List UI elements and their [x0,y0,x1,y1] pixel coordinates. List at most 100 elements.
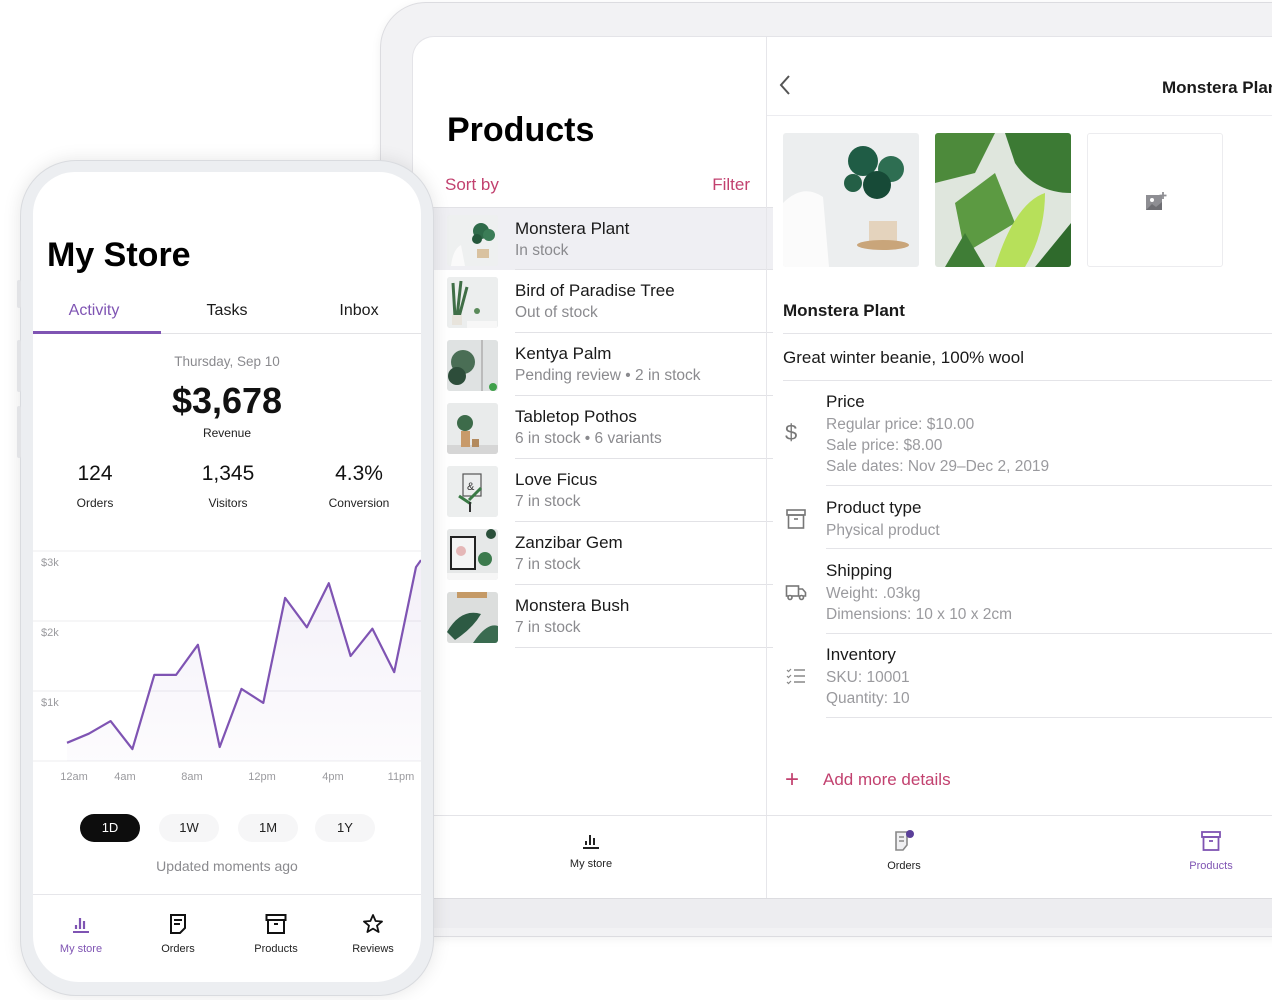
tab-label: Orders [887,860,921,872]
product-thumbnail [447,403,498,454]
header-divider [767,115,1272,116]
y-tick-label: $2k [41,627,59,639]
product-row[interactable]: Tabletop Pothos 6 in stock • 6 variants [433,396,773,459]
tab-label: Reviews [352,943,394,955]
product-name-field[interactable]: Monstera Plant [783,301,905,321]
revenue-value: $3,678 [171,380,283,421]
divider [826,717,1272,718]
document-icon [170,914,186,934]
product-thumbnail [447,592,498,643]
tab-label: My store [569,858,613,870]
product-row[interactable]: Monstera Bush 7 in stock [433,585,773,648]
tab-label: My store [59,943,103,955]
tablet-screen: Products Sort by Filter Monstera Plant I… [412,36,1272,898]
product-name: Kentya Palm [515,344,612,363]
divider [826,633,1272,634]
product-row[interactable]: Kentya Palm Pending review • 2 in stock [433,333,773,396]
product-list: Monstera Plant In stock Bird of Paradise… [433,207,773,648]
product-image[interactable] [783,133,919,267]
star-icon [363,914,383,933]
add-photo-icon [1146,192,1167,210]
page-title: Products [447,111,595,149]
add-image-button[interactable] [1087,133,1223,267]
document-icon [895,830,914,851]
range-1d-button[interactable]: 1D [80,814,140,842]
section-line: Sale price: $8.00 [826,437,943,454]
product-image[interactable] [935,133,1071,267]
tab-label: Orders [161,943,195,955]
add-more-label: Add more details [823,770,951,789]
tab-products[interactable]: Products [228,913,324,955]
tab-tasks[interactable]: Tasks [163,302,291,320]
divider [826,548,1272,549]
product-row[interactable]: Monstera Plant In stock [433,207,773,270]
section-title: Product type [826,498,922,517]
add-more-details-button[interactable]: + Add more details [785,766,951,793]
tab-label: Products [1189,860,1233,872]
section-line: Physical product [826,522,940,539]
section-title: Inventory [826,645,896,664]
product-status: 6 in stock • 6 variants [515,430,662,447]
product-description-field[interactable]: Great winter beanie, 100% wool [783,348,1024,368]
tab-reviews[interactable]: Reviews [325,913,421,955]
updated-label: Updated moments ago [156,858,298,874]
stat-value: 4.3% [335,462,383,485]
product-row[interactable]: Bird of Paradise Tree Out of stock [433,270,773,333]
y-tick-label: $3k [41,557,59,569]
x-tick-label: 4am [114,771,135,783]
tab-bar-separator [766,816,767,898]
tablet-bezel-bottom [412,898,1272,928]
range-1y-button[interactable]: 1Y [315,814,375,842]
stat-visitors: 1,345 Visitors [163,462,293,510]
section-title: Price [826,392,865,411]
phone-side-button [17,280,21,308]
revenue-chart[interactable]: $1k $2k $3k 12am 4am 8am 12pm 4pm 11pm [33,550,421,790]
y-tick-label: $1k [41,697,59,709]
bar-chart-icon [583,835,599,849]
svg-text:&: & [467,481,475,493]
plus-icon: + [785,766,800,793]
page-title: My Store [47,236,191,274]
notification-badge [906,830,914,838]
phone-side-button [17,406,21,458]
product-name: Zanzibar Gem [515,533,623,552]
product-name: Monstera Bush [515,596,630,615]
product-row[interactable]: Zanzibar Gem 7 in stock [433,522,773,585]
x-tick-label: 12pm [248,771,276,783]
tab-activity[interactable]: Activity [33,302,158,320]
product-row[interactable]: & Love Ficus 7 in stock [433,459,773,522]
range-1m-button[interactable]: 1M [238,814,298,842]
divider [783,333,1272,334]
range-1w-button[interactable]: 1W [159,814,219,842]
product-status: 7 in stock [515,619,581,636]
truck-icon [785,585,807,601]
back-chevron-icon[interactable] [775,71,795,99]
stat-value: 124 [77,462,113,485]
sort-by-button[interactable]: Sort by [445,175,499,195]
tab-orders[interactable]: Orders [844,830,964,872]
section-line: Quantity: 10 [826,690,910,707]
product-status: In stock [515,242,569,259]
stat-label: Orders [76,496,114,510]
product-name: Tabletop Pothos [515,407,637,426]
stat-label: Visitors [208,496,248,510]
tablet-tab-bar: My store Orders Products [413,815,1272,898]
phone-tab-bar: My store Orders Products Reviews [33,894,421,982]
stat-value: 1,345 [201,462,255,485]
archive-box-icon [265,914,287,934]
section-line: Weight: .03kg [826,585,921,602]
tab-my-store[interactable]: My store [33,913,129,955]
stat-conversion: 4.3% Conversion [294,462,421,510]
divider [783,380,1272,381]
tab-products[interactable]: Products [1151,830,1271,872]
bar-chart-icon [73,918,89,933]
tab-inbox[interactable]: Inbox [295,302,421,320]
filter-button[interactable]: Filter [712,175,750,195]
phone-screen: My Store Activity Tasks Inbox Thursday, … [33,172,421,982]
section-title: Shipping [826,561,893,580]
tab-orders[interactable]: Orders [130,913,226,955]
product-status: 7 in stock [515,556,581,573]
tab-my-store[interactable]: My store [531,830,651,870]
phone-side-button [17,340,21,392]
x-tick-label: 12am [60,771,88,783]
